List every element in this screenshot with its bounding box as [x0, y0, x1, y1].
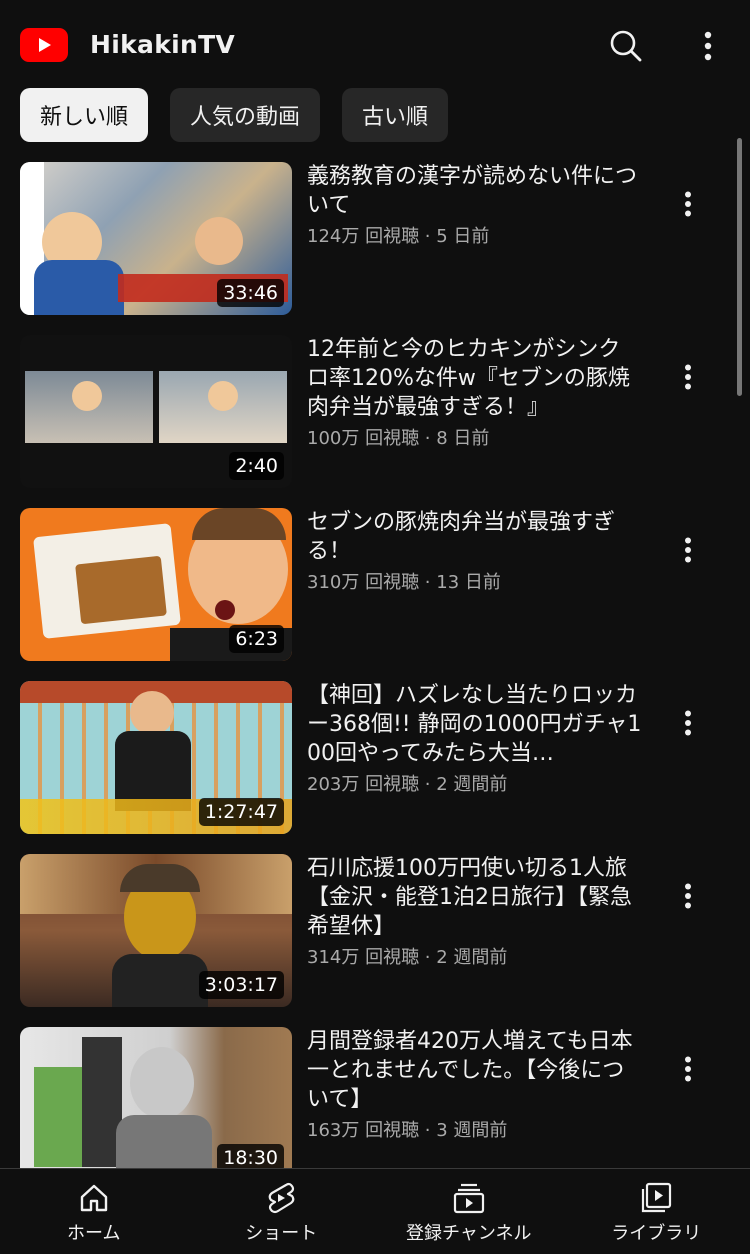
video-thumbnail[interactable]: 6:23 [20, 508, 292, 661]
nav-shorts-label: ショート [245, 1219, 317, 1245]
video-thumbnail[interactable]: 1:27:47 [20, 681, 292, 834]
video-more-icon[interactable] [672, 534, 704, 566]
video-meta: 100万 回視聴 · 8 日前 [307, 424, 642, 450]
chip-oldest[interactable]: 古い順 [342, 88, 448, 142]
nav-library[interactable]: ライブラリ [563, 1169, 750, 1254]
video-meta: 310万 回視聴 · 13 日前 [307, 568, 642, 594]
nav-shorts[interactable]: ショート [188, 1169, 376, 1254]
video-thumbnail[interactable]: 18:30 [20, 1027, 292, 1180]
more-vert-icon[interactable] [688, 26, 728, 66]
video-more-icon[interactable] [672, 1053, 704, 1085]
video-title[interactable]: 石川応援100万円使い切る1人旅【金沢・能登1泊2日旅行】【緊急希望休】 [307, 854, 642, 941]
nav-home-label: ホーム [67, 1219, 120, 1245]
video-item[interactable]: 1:27:47 【神回】ハズレなし当たりロッカー368個!! 静岡の1000円ガ… [0, 681, 750, 854]
chip-popular[interactable]: 人気の動画 [170, 88, 320, 142]
video-thumbnail[interactable]: 3:03:17 [20, 854, 292, 1007]
video-item[interactable]: 6:23 セブンの豚焼肉弁当が最強すぎる！ 310万 回視聴 · 13 日前 [0, 508, 750, 681]
video-item[interactable]: 3:03:17 石川応援100万円使い切る1人旅【金沢・能登1泊2日旅行】【緊急… [0, 854, 750, 1027]
video-thumbnail[interactable]: 2:40 [20, 335, 292, 488]
nav-subscriptions[interactable]: 登録チャンネル [375, 1169, 563, 1254]
video-duration: 2:40 [229, 452, 284, 480]
video-meta: 124万 回視聴 · 5 日前 [307, 222, 642, 248]
video-meta: 163万 回視聴 · 3 週間前 [307, 1116, 642, 1142]
video-list: 33:46 義務教育の漢字が読めない件について 124万 回視聴 · 5 日前 … [0, 162, 750, 1200]
shorts-icon [264, 1181, 298, 1215]
nav-home[interactable]: ホーム [0, 1169, 188, 1254]
video-duration: 3:03:17 [199, 971, 284, 999]
video-title[interactable]: 義務教育の漢字が読めない件について [307, 162, 642, 220]
video-meta: 203万 回視聴 · 2 週間前 [307, 770, 642, 796]
nav-subscriptions-label: 登録チャンネル [406, 1219, 531, 1245]
home-icon [77, 1181, 111, 1215]
video-title[interactable]: セブンの豚焼肉弁当が最強すぎる！ [307, 508, 642, 566]
video-more-icon[interactable] [672, 188, 704, 220]
video-duration: 1:27:47 [199, 798, 284, 826]
video-duration: 6:23 [229, 625, 284, 653]
video-item[interactable]: 2:40 12年前と今のヒカキンがシンクロ率120%な件w『セブンの豚焼肉弁当が… [0, 335, 750, 508]
video-item[interactable]: 33:46 義務教育の漢字が読めない件について 124万 回視聴 · 5 日前 [0, 162, 750, 335]
sort-chips: 新しい順 人気の動画 古い順 [20, 88, 448, 142]
search-icon[interactable] [606, 26, 646, 66]
video-more-icon[interactable] [672, 361, 704, 393]
video-more-icon[interactable] [672, 707, 704, 739]
chip-newest[interactable]: 新しい順 [20, 88, 148, 142]
app-header: HikakinTV [0, 0, 750, 88]
video-title[interactable]: 12年前と今のヒカキンがシンクロ率120%な件w『セブンの豚焼肉弁当が最強すぎる… [307, 335, 642, 422]
nav-library-label: ライブラリ [611, 1219, 701, 1245]
bottom-nav: ホーム ショート 登録チャンネル ライブラリ [0, 1168, 750, 1254]
video-meta: 314万 回視聴 · 2 週間前 [307, 943, 642, 969]
video-more-icon[interactable] [672, 880, 704, 912]
video-title[interactable]: 【神回】ハズレなし当たりロッカー368個!! 静岡の1000円ガチャ100回やっ… [307, 681, 642, 768]
youtube-logo-icon[interactable] [20, 28, 68, 62]
video-title[interactable]: 月間登録者420万人増えても日本一とれませんでした。【今後について】 [307, 1027, 642, 1114]
channel-title: HikakinTV [90, 30, 235, 59]
subscriptions-icon [452, 1181, 486, 1215]
library-icon [639, 1181, 673, 1215]
video-duration: 33:46 [217, 279, 284, 307]
video-thumbnail[interactable]: 33:46 [20, 162, 292, 315]
